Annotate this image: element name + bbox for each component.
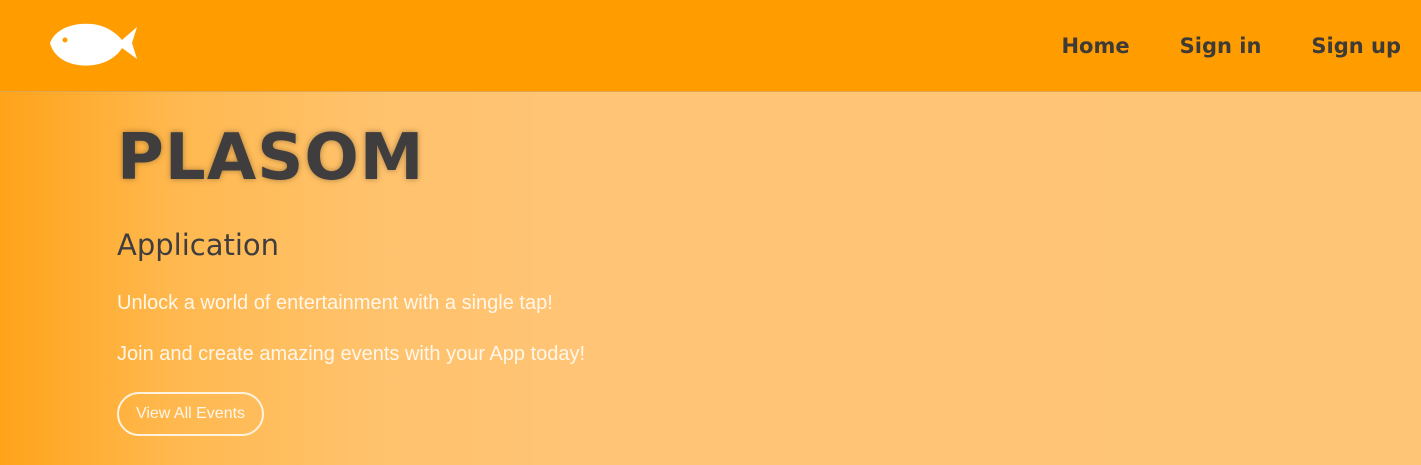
hero-section: PLASOM Application Unlock a world of ent…	[0, 92, 1421, 465]
main-nav: Home Sign in Sign up	[1011, 0, 1401, 92]
hero-tagline: Unlock a world of entertainment with a s…	[117, 292, 553, 314]
hero-subtitle: Application	[117, 228, 280, 262]
fish-logo-icon[interactable]	[48, 19, 140, 69]
view-all-events-button[interactable]: View All Events	[117, 392, 264, 436]
nav-home-link[interactable]: Home	[1061, 34, 1129, 58]
hero-title: PLASOM	[117, 121, 425, 195]
top-navbar: Home Sign in Sign up	[0, 0, 1421, 92]
nav-sign-up-link[interactable]: Sign up	[1311, 34, 1401, 58]
hero-description: Join and create amazing events with your…	[117, 343, 586, 365]
nav-sign-in-link[interactable]: Sign in	[1180, 34, 1262, 58]
